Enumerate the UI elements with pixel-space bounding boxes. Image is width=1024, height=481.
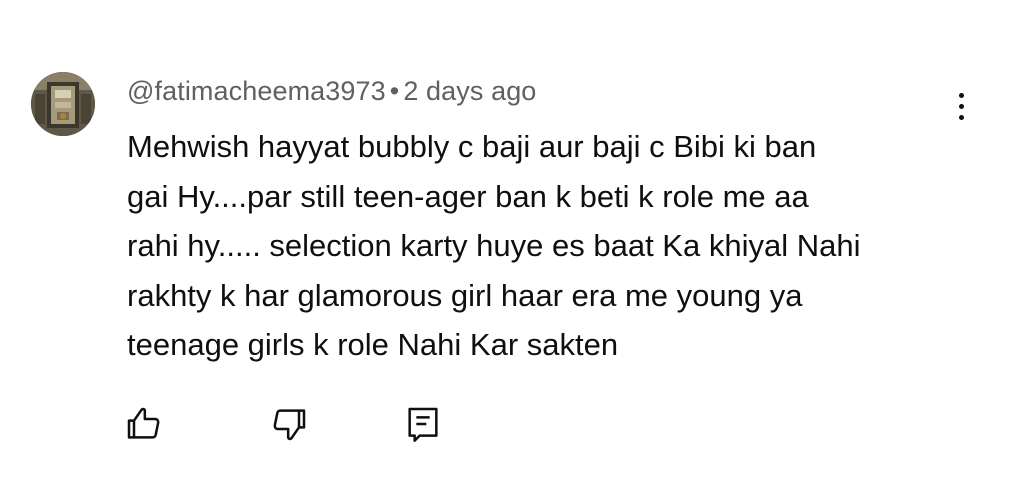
comment-text-line: gai Hy....par still teen-ager ban k beti… xyxy=(127,178,809,214)
comment-text-line: Mehwish hayyat bubbly c baji aur baji c … xyxy=(127,129,817,164)
comment-header: @fatimacheema3973 • 2 days ago xyxy=(127,76,536,107)
menu-dot xyxy=(958,103,964,109)
comment-text-line: rakhty k har glamorous girl haar era me … xyxy=(127,277,803,313)
avatar[interactable] xyxy=(31,72,95,136)
reply-button[interactable] xyxy=(399,400,447,448)
menu-dot xyxy=(958,92,964,98)
comment-actions xyxy=(0,400,1024,456)
like-button[interactable] xyxy=(120,400,168,448)
dislike-button[interactable] xyxy=(265,400,313,448)
meta-separator: • xyxy=(389,76,400,106)
menu-dot xyxy=(958,114,964,120)
comment-icon xyxy=(408,407,438,442)
author-handle[interactable]: @fatimacheema3973 xyxy=(127,76,386,106)
comment-timestamp[interactable]: 2 days ago xyxy=(403,76,536,106)
comment-text-line: teenage girls k role Nahi Kar sakten xyxy=(127,327,619,362)
thumb-up-icon xyxy=(127,407,160,439)
comment-thread: @fatimacheema3973 • 2 days ago Mehwish hay… xyxy=(0,0,1024,481)
comment-text-line: rahi hy..... selection karty huye es baa… xyxy=(127,228,861,263)
more-vert-icon[interactable] xyxy=(944,84,978,128)
avatar-image xyxy=(31,72,95,136)
comment-text: Mehwish hayyat bubbly c baji aur baji c … xyxy=(127,122,927,370)
thumb-down-icon xyxy=(273,409,306,441)
